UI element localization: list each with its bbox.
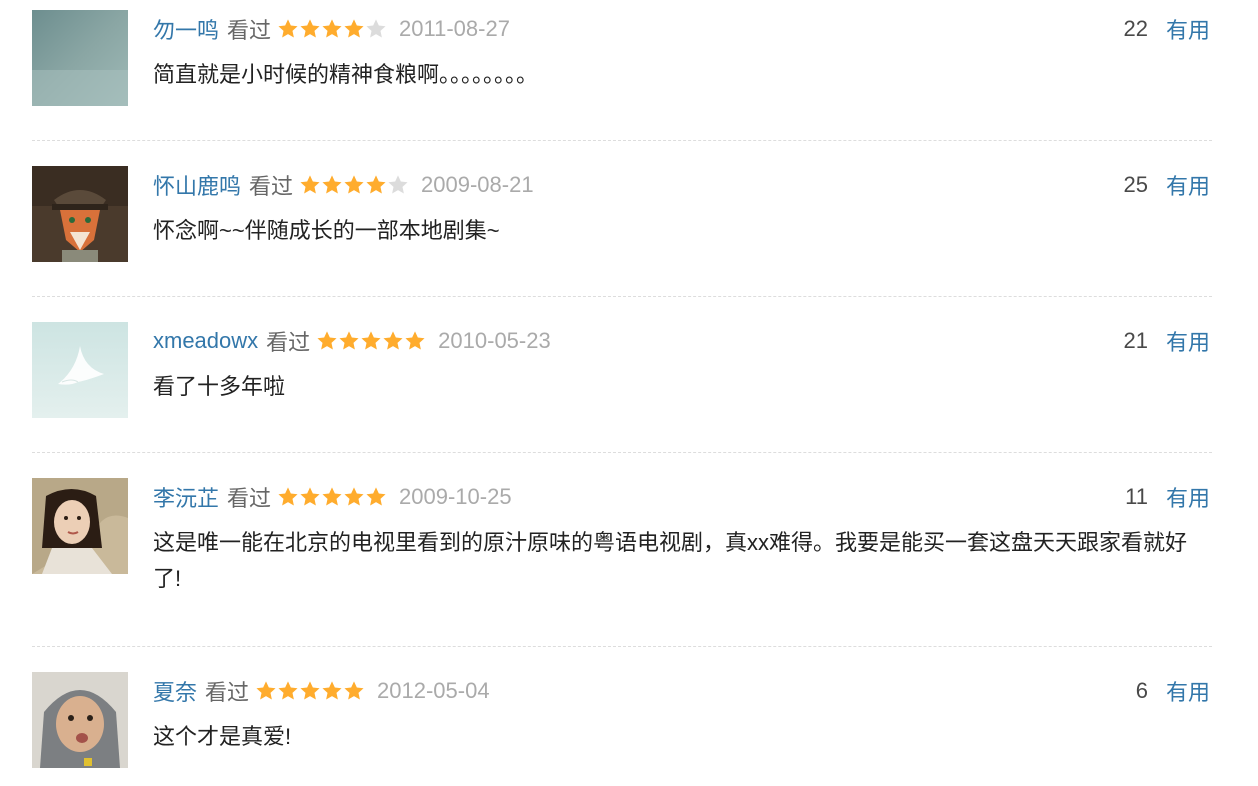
comment-list: 勿一鸣 看过 2011-08-27 22 有用 简直就是小时候的精神食粮啊。。。… <box>0 0 1258 786</box>
star-empty-icon <box>388 175 408 194</box>
rating-stars <box>277 18 387 40</box>
avatar[interactable] <box>32 322 128 418</box>
comment-text: 简直就是小时候的精神食粮啊。。。。。。。。 <box>153 62 539 87</box>
comment-date: 2011-08-27 <box>399 16 510 41</box>
star-icon <box>278 681 298 700</box>
star-icon <box>339 331 359 350</box>
username-link[interactable]: 勿一鸣 <box>153 13 219 45</box>
divider <box>32 452 1212 453</box>
comment-date: 2010-05-23 <box>438 328 551 353</box>
star-icon <box>256 681 276 700</box>
star-icon <box>344 19 364 38</box>
divider <box>32 646 1212 647</box>
username-link[interactable]: 李沅芷 <box>153 481 219 513</box>
watch-status: 看过 <box>227 486 272 511</box>
watch-status: 看过 <box>266 330 311 355</box>
rating-stars <box>255 680 365 702</box>
avatar[interactable] <box>32 10 128 106</box>
avatar[interactable] <box>32 672 128 768</box>
divider <box>32 140 1212 141</box>
star-icon <box>405 331 425 350</box>
rating-stars <box>316 330 426 352</box>
star-icon <box>317 331 337 350</box>
username-link[interactable]: xmeadowx <box>153 328 258 354</box>
comment-date: 2012-05-04 <box>377 678 490 703</box>
comment-text: 这是唯一能在北京的电视里看到的原汁原味的粤语电视剧，真xx难得。我要是能买一套这… <box>153 530 1188 591</box>
useful-button[interactable]: 有用 <box>1166 13 1210 45</box>
rating-stars <box>277 486 387 508</box>
star-icon <box>278 487 298 506</box>
rating-stars <box>299 174 409 196</box>
comment-text: 这个才是真爱! <box>153 724 292 749</box>
vote-count: 11 <box>1125 484 1148 509</box>
comment-date: 2009-08-21 <box>421 172 534 197</box>
vote-count: 25 <box>1123 172 1148 197</box>
avatar[interactable] <box>32 166 128 262</box>
star-icon <box>322 175 342 194</box>
useful-button[interactable]: 有用 <box>1166 325 1210 357</box>
star-icon <box>366 487 386 506</box>
star-icon <box>278 19 298 38</box>
divider <box>32 296 1212 297</box>
useful-button[interactable]: 有用 <box>1166 675 1210 707</box>
star-icon <box>361 331 381 350</box>
comment-text: 看了十多年啦 <box>153 374 286 399</box>
watch-status: 看过 <box>227 18 272 43</box>
star-icon <box>322 19 342 38</box>
star-icon <box>344 681 364 700</box>
vote-count: 22 <box>1123 16 1148 41</box>
star-empty-icon <box>366 19 386 38</box>
watch-status: 看过 <box>249 174 294 199</box>
star-icon <box>300 487 320 506</box>
vote-count: 6 <box>1135 678 1148 703</box>
star-icon <box>344 487 364 506</box>
star-icon <box>383 331 403 350</box>
avatar[interactable] <box>32 478 128 574</box>
star-icon <box>300 175 320 194</box>
star-icon <box>300 681 320 700</box>
useful-button[interactable]: 有用 <box>1166 169 1210 201</box>
star-icon <box>344 175 364 194</box>
watch-status: 看过 <box>205 680 250 705</box>
username-link[interactable]: 怀山鹿鸣 <box>153 169 241 201</box>
star-icon <box>322 681 342 700</box>
username-link[interactable]: 夏奈 <box>153 675 197 707</box>
useful-button[interactable]: 有用 <box>1166 481 1210 513</box>
comment-date: 2009-10-25 <box>399 484 512 509</box>
star-icon <box>322 487 342 506</box>
comment-text: 怀念啊~~伴随成长的一部本地剧集~ <box>153 218 500 243</box>
star-icon <box>300 19 320 38</box>
star-icon <box>366 175 386 194</box>
vote-count: 21 <box>1123 328 1148 353</box>
